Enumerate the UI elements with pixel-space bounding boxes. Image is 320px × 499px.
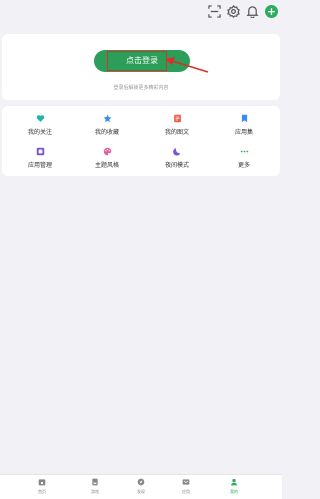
app-manage-icon [36,147,44,156]
grid-item-app-collection[interactable]: 应用集 [212,114,276,140]
apps-icon [182,479,190,485]
game-icon [92,478,98,486]
top-bar: + [0,0,282,26]
grid-label: 我的关注 [27,129,52,136]
user-icon [231,478,237,486]
grid-item-follow[interactable]: 我的关注 [8,114,72,140]
more-icon [240,150,248,153]
add-button[interactable]: + [265,5,278,18]
nav-item-home[interactable]: 首页 [22,478,62,495]
login-hint: 登录后解锁更多精彩内容 [113,85,169,91]
nav-label: 我的 [230,489,238,494]
home-icon [38,479,46,486]
grid-label: 应用管理 [27,162,52,169]
grid-item-posts[interactable]: 我的图文 [145,114,209,140]
compass-icon [137,478,145,486]
grid-label: 主题风格 [94,162,119,169]
grid-label: 我的图文 [164,129,189,136]
settings-icon[interactable] [227,5,240,18]
grid-label: 夜间模式 [164,162,189,169]
grid-item-favorites[interactable]: 我的收藏 [75,114,139,140]
nav-label: 发现 [137,489,145,494]
nav-item-apps[interactable]: 应用 [166,478,206,495]
bookmark-icon [241,114,247,123]
grid-item-theme[interactable]: 主题风格 [75,147,139,173]
moon-icon [172,148,180,156]
grid-label: 应用集 [234,129,253,136]
document-icon [173,114,181,123]
nav-item-discover[interactable]: 发现 [121,478,161,495]
grid-item-more[interactable]: 更多 [212,147,276,173]
nav-item-games[interactable]: 游戏 [75,478,115,495]
nav-label: 首页 [38,489,46,494]
grid-label: 我的收藏 [94,129,119,136]
nav-label: 应用 [182,489,190,494]
star-icon [103,114,111,123]
scan-icon[interactable] [208,5,221,18]
login-card: 点击登录 登录后解锁更多精彩内容 [2,34,280,100]
grid-item-night-mode[interactable]: 夜间模式 [145,147,209,173]
nav-label: 游戏 [91,489,99,494]
bottom-nav: 首页 游戏 发现 应用 我的 [0,474,282,499]
nav-item-me[interactable]: 我的 [214,478,254,495]
heart-plus-icon [36,115,44,122]
bell-icon[interactable] [246,5,259,18]
function-grid: 我的关注 我的收藏 我的图文 应用集 应用管理 主题风格 夜间模式 更多 [2,106,280,176]
login-button[interactable]: 点击登录 [94,50,190,72]
palette-icon [103,147,111,156]
grid-item-app-management[interactable]: 应用管理 [8,147,72,173]
grid-label: 更多 [237,162,250,169]
